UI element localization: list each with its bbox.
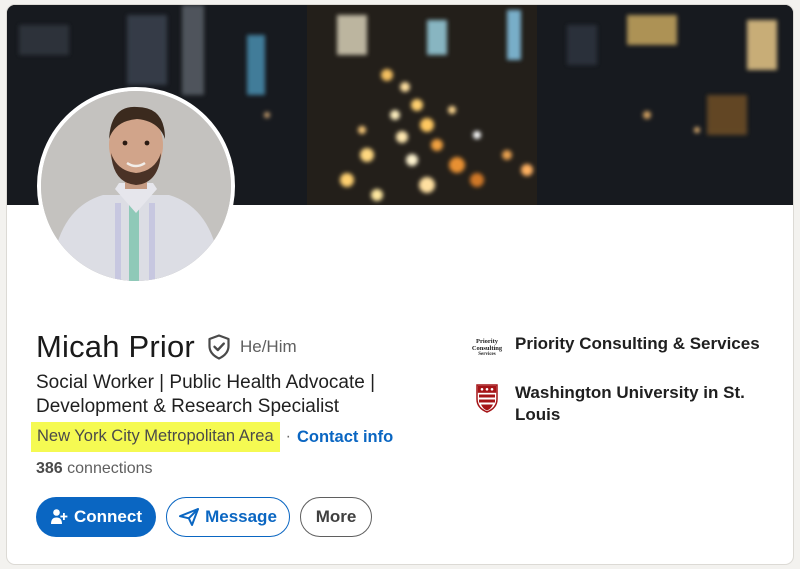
logo-line: Services (478, 352, 496, 358)
headline-line: Social Worker | Public Health Advocate | (36, 372, 376, 393)
add-person-icon (50, 508, 68, 526)
separator-dot: · (285, 428, 291, 445)
profile-avatar[interactable] (37, 87, 235, 285)
profile-location: New York City Metropolitan Area (31, 422, 280, 452)
connections-number: 386 (36, 460, 63, 477)
send-icon (179, 508, 200, 526)
location-row: New York City Metropolitan Area · Contac… (31, 422, 393, 452)
company-name: Priority Consulting & Services (515, 334, 760, 353)
connect-label: Connect (74, 507, 142, 526)
headline-line: Development & Research Specialist (36, 396, 340, 417)
pronouns: He/Him (239, 337, 297, 356)
profile-actions: Connect Message More (36, 497, 372, 537)
more-button[interactable]: More (300, 497, 372, 537)
message-label: Message (205, 507, 277, 526)
profile-name: Micah Prior (36, 329, 195, 364)
university-shield-icon (471, 382, 503, 414)
university-name: Washington University in St. Louis (515, 383, 745, 424)
education-item[interactable]: Washington University in St. Louis (471, 382, 775, 426)
profile-card: Micah Prior He/Him Social Worker | Publi… (6, 4, 794, 565)
name-row: Micah Prior He/Him (36, 327, 297, 367)
profile-headline: Social Worker | Public Health Advocate |… (36, 371, 426, 419)
connections-label: connections (67, 460, 153, 477)
verified-shield-icon[interactable] (207, 334, 231, 360)
contact-info-link[interactable]: Contact info (297, 428, 393, 447)
message-button[interactable]: Message (166, 497, 290, 537)
more-label: More (315, 507, 357, 526)
experience-item[interactable]: Priority Consulting Services Priority Co… (471, 333, 775, 365)
connections-count[interactable]: 386 connections (36, 460, 153, 478)
company-logo: Priority Consulting Services (471, 333, 503, 365)
connect-button[interactable]: Connect (36, 497, 156, 537)
